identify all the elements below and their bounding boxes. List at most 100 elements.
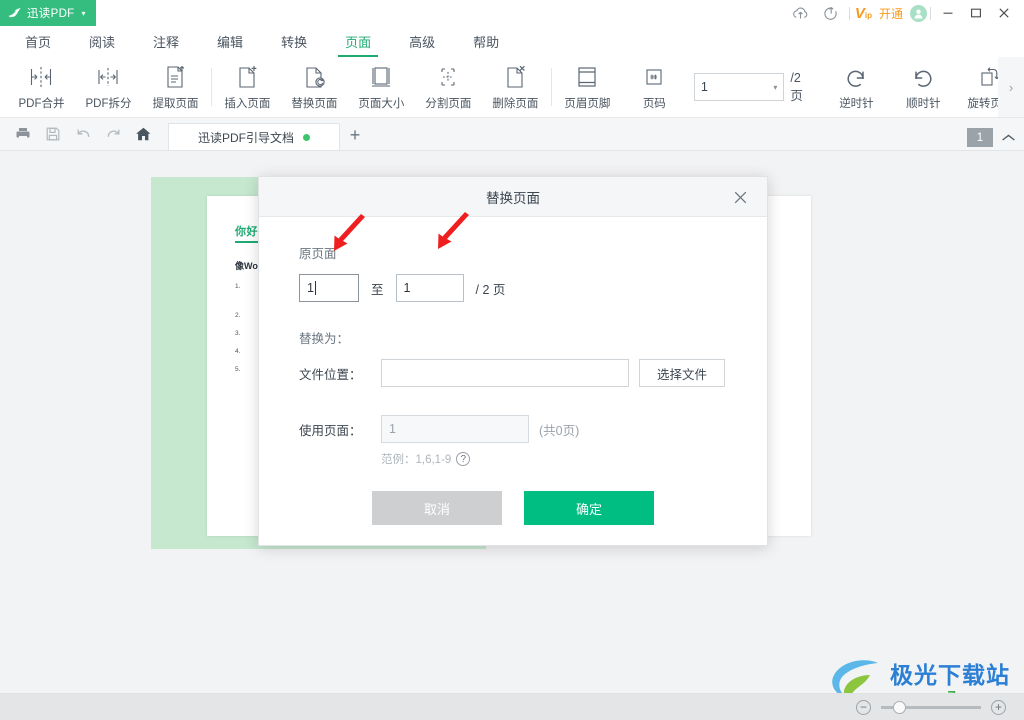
- rotate-cw-icon: [911, 62, 935, 92]
- app-logo[interactable]: 迅读PDF ▾: [0, 0, 96, 26]
- annotation-arrow-2: [427, 209, 473, 255]
- ribbon-merge-pdf[interactable]: PDF合并: [8, 58, 75, 116]
- list-number: 3.: [235, 330, 241, 337]
- share-icon[interactable]: [816, 0, 846, 26]
- zoom-slider-knob[interactable]: [893, 700, 906, 714]
- use-pages-label: 使用页面：: [299, 423, 362, 438]
- menu-item-home[interactable]: 首页: [6, 26, 70, 57]
- crop-page-icon: [435, 62, 461, 92]
- split-pdf-icon: [95, 62, 121, 92]
- ribbon-split-pdf[interactable]: PDF拆分: [75, 58, 142, 116]
- ribbon-delete-page-label: 删除页面: [492, 98, 539, 110]
- delete-page-icon: [503, 62, 527, 92]
- replace-page-icon: [302, 62, 326, 92]
- redo-icon[interactable]: [98, 118, 128, 150]
- example-hint-row: 范例：1,6,1-9 ?: [381, 451, 727, 467]
- menu-item-edit[interactable]: 编辑: [198, 26, 262, 57]
- ribbon-toolbar: PDF合并 PDF拆分 提取页面 插入页面 替换页面 页面大小 分割页面 删除页…: [0, 57, 1024, 118]
- document-tab[interactable]: 迅读PDF引导文档: [168, 123, 340, 150]
- file-location-input[interactable]: [381, 359, 629, 387]
- menu-item-read[interactable]: 阅读: [70, 26, 134, 57]
- list-number: 2.: [235, 312, 241, 319]
- page-number-value: 1: [700, 80, 708, 94]
- ribbon-insert-page[interactable]: 插入页面: [214, 58, 281, 116]
- current-page-badge: 1: [967, 128, 993, 147]
- list-number: 4.: [235, 348, 241, 355]
- replace-page-dialog: 替换页面 原页面 1 至 1 / 2 页 替换为： 文件位置： 选择文件 使用页…: [258, 176, 768, 546]
- choose-file-button[interactable]: 选择文件: [639, 359, 725, 387]
- ribbon-replace-page[interactable]: 替换页面: [281, 58, 348, 116]
- ribbon-crop-page[interactable]: 分割页面: [415, 58, 482, 116]
- page-total-label: /2页: [790, 70, 803, 103]
- title-bar-actions: V ip 开通: [786, 0, 1024, 26]
- use-pages-total-label: (共0页): [539, 423, 580, 438]
- ribbon-rotate-ccw[interactable]: 逆时针: [823, 58, 890, 116]
- tab-bar-right-controls: 1: [967, 128, 1024, 150]
- zoom-in-button[interactable]: +: [991, 699, 1006, 715]
- ribbon-delete-page[interactable]: 删除页面: [482, 58, 549, 116]
- new-tab-button[interactable]: +: [340, 120, 370, 150]
- ribbon-extract-page[interactable]: 提取页面: [142, 58, 209, 116]
- confirm-button[interactable]: 确定: [524, 491, 654, 525]
- print-icon[interactable]: [8, 118, 38, 150]
- bird-logo-icon: [8, 7, 22, 20]
- chevron-up-icon[interactable]: [1001, 133, 1016, 143]
- ribbon-header-footer[interactable]: 页眉页脚: [554, 58, 621, 116]
- dialog-footer: 取消 确定: [259, 471, 767, 545]
- save-icon[interactable]: [38, 118, 68, 150]
- unsaved-indicator-dot: [303, 133, 310, 141]
- range-separator-label: 至: [371, 282, 384, 297]
- rotate-ccw-icon: [844, 62, 868, 92]
- ribbon-overflow-button[interactable]: ›: [998, 57, 1024, 117]
- range-from-input[interactable]: 1: [299, 274, 359, 302]
- page-number-input[interactable]: 1 ▾: [693, 73, 785, 101]
- minimize-button[interactable]: [934, 0, 962, 26]
- menu-item-convert[interactable]: 转换: [262, 26, 326, 57]
- insert-page-icon: [235, 62, 259, 92]
- page-range-row: 1 至 1 / 2 页: [299, 274, 727, 302]
- zoom-slider-track[interactable]: [881, 700, 981, 714]
- home-icon[interactable]: [128, 118, 158, 150]
- range-to-input[interactable]: 1: [395, 274, 464, 302]
- cloud-upload-icon[interactable]: [786, 0, 816, 26]
- use-pages-row: 使用页面： 1 (共0页): [299, 415, 727, 443]
- dialog-body: 原页面 1 至 1 / 2 页 替换为： 文件位置： 选择文件 使用页面： 1 …: [259, 212, 767, 467]
- chevron-down-icon[interactable]: ▾: [82, 9, 86, 18]
- question-mark-icon[interactable]: ?: [456, 452, 471, 466]
- close-icon[interactable]: [723, 177, 757, 217]
- divider: [210, 68, 212, 106]
- menu-item-annotate[interactable]: 注释: [134, 26, 198, 57]
- undo-icon[interactable]: [68, 118, 98, 150]
- ribbon-page-size[interactable]: 页面大小: [348, 58, 415, 116]
- dialog-title: 替换页面: [486, 190, 540, 206]
- zoom-control: − +: [856, 699, 1006, 715]
- vip-badge[interactable]: V ip: [853, 6, 874, 21]
- maximize-button[interactable]: [962, 0, 990, 26]
- use-pages-value: 1: [389, 422, 396, 436]
- vip-v-glyph: V: [854, 4, 865, 22]
- status-bar: − +: [0, 693, 1024, 720]
- ribbon-rotate-cw[interactable]: 顺时针: [890, 58, 957, 116]
- annotation-arrow-1: [323, 211, 369, 257]
- menu-item-help[interactable]: 帮助: [454, 26, 518, 57]
- ribbon-rotate-cw-label: 顺时针: [906, 98, 941, 110]
- ribbon-insert-page-label: 插入页面: [224, 98, 271, 110]
- ribbon-page-number[interactable]: 页码: [621, 58, 688, 116]
- document-tab-title: 迅读PDF引导文档: [197, 130, 294, 145]
- zoom-out-button[interactable]: −: [856, 699, 871, 715]
- use-pages-input[interactable]: 1: [381, 415, 529, 443]
- page-selector-group: 1 ▾ /2页: [693, 70, 813, 104]
- title-drag-region: [96, 0, 786, 26]
- menu-item-advanced[interactable]: 高级: [390, 26, 454, 57]
- cancel-button[interactable]: 取消: [372, 491, 502, 525]
- vip-open-link[interactable]: 开通: [879, 5, 903, 22]
- chevron-down-icon[interactable]: ▾: [773, 83, 777, 92]
- extract-page-icon: [163, 62, 187, 92]
- divider: [930, 6, 931, 20]
- close-button[interactable]: [990, 0, 1018, 26]
- range-to-value: 1: [403, 281, 411, 295]
- menu-item-page[interactable]: 页面: [326, 26, 390, 57]
- file-location-label: 文件位置：: [299, 367, 362, 382]
- user-avatar-icon[interactable]: [910, 4, 927, 22]
- list-number: 1.: [235, 283, 241, 290]
